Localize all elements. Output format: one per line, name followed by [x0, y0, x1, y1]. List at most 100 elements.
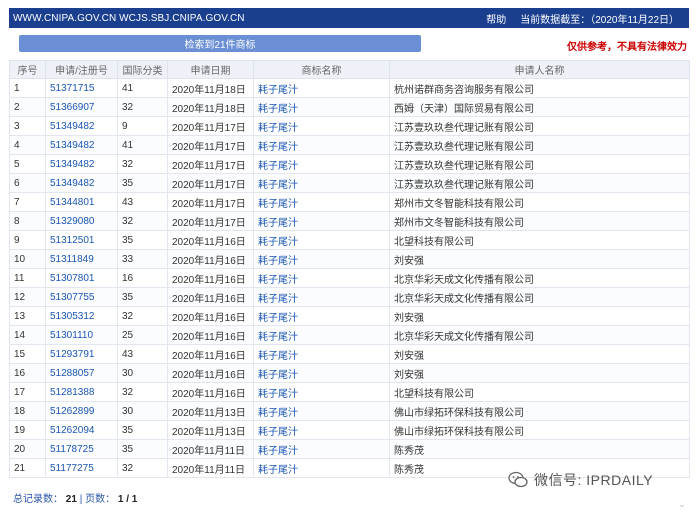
mark-name-cell: 耗子尾汁	[253, 382, 390, 402]
row-number: 9	[9, 230, 46, 250]
class-cell: 32	[117, 306, 168, 326]
registration-number-link[interactable]: 51301110	[50, 330, 93, 341]
class-cell: 35	[117, 230, 168, 250]
scroll-down-icon[interactable]: ⌄	[675, 499, 689, 513]
date-cell: 2020年11月16日	[167, 249, 254, 269]
mark-name-link[interactable]: 耗子尾汁	[258, 351, 298, 362]
table-row: 12 51307755 35 2020年11月16日 耗子尾汁 北京华彩天成文化传播有限公…	[9, 287, 690, 307]
table-header-row: 序号 申请/注册号 国际分类 申请日期 商标名称 申请人名称	[9, 60, 690, 79]
mark-name-link[interactable]: 耗子尾汁	[258, 104, 298, 115]
registration-number-link[interactable]: 51307755	[50, 292, 95, 303]
registration-number-link[interactable]: 51366907	[50, 102, 95, 113]
row-number: 16	[9, 363, 46, 383]
table-row: 19 51262094 35 2020年11月13日 耗子尾汁 佛山市绿拓环保科技有限公司	[9, 420, 690, 440]
applicant-cell: 北京华彩天成文化传播有限公司	[389, 287, 690, 307]
mark-name-link[interactable]: 耗子尾汁	[258, 446, 298, 457]
mark-name-cell: 耗子尾汁	[253, 173, 390, 193]
date-cell: 2020年11月16日	[167, 344, 254, 364]
date-cell: 2020年11月11日	[167, 458, 254, 478]
registration-number-link[interactable]: 51371715	[50, 83, 95, 94]
registration-number-link[interactable]: 51329080	[50, 216, 95, 227]
mark-name-link[interactable]: 耗子尾汁	[258, 218, 298, 229]
table-row: 4 51349482 41 2020年11月17日 耗子尾汁 江苏壹玖玖叁代理记账有限公司	[9, 135, 690, 155]
registration-number-link[interactable]: 51312501	[50, 235, 95, 246]
registration-number-link[interactable]: 51177275	[50, 463, 94, 474]
registration-number-link[interactable]: 51307801	[50, 273, 95, 284]
applicant-cell: 江苏壹玖玖叁代理记账有限公司	[389, 135, 690, 155]
mark-name-cell: 耗子尾汁	[253, 211, 390, 231]
mark-name-link[interactable]: 耗子尾汁	[258, 161, 298, 172]
date-cell: 2020年11月17日	[167, 135, 254, 155]
registration-number-link[interactable]: 51281388	[50, 387, 95, 398]
registration-number-link[interactable]: 51311849	[50, 254, 94, 265]
pages-value: 1 / 1	[117, 494, 138, 505]
class-cell: 35	[117, 287, 168, 307]
table-row: 17 51281388 32 2020年11月16日 耗子尾汁 北望科技有限公司	[9, 382, 690, 402]
registration-number-cell: 51281388	[45, 382, 118, 402]
mark-name-link[interactable]: 耗子尾汁	[258, 332, 298, 343]
search-result-button[interactable]: 检索到21件商标	[19, 35, 421, 52]
table-row: 9 51312501 35 2020年11月16日 耗子尾汁 北望科技有限公司	[9, 230, 690, 250]
mark-name-cell: 耗子尾汁	[253, 268, 390, 288]
mark-name-cell: 耗子尾汁	[253, 363, 390, 383]
help-link[interactable]: 帮助	[486, 11, 506, 26]
registration-number-link[interactable]: 51305312	[50, 311, 95, 322]
applicant-cell: 北望科技有限公司	[389, 230, 690, 250]
class-cell: 16	[117, 268, 168, 288]
mark-name-cell: 耗子尾汁	[253, 420, 390, 440]
date-cell: 2020年11月18日	[167, 78, 254, 98]
registration-number-link[interactable]: 51344801	[50, 197, 95, 208]
date-cell: 2020年11月16日	[167, 325, 254, 345]
mark-name-link[interactable]: 耗子尾汁	[258, 370, 298, 381]
class-cell: 32	[117, 154, 168, 174]
mark-name-link[interactable]: 耗子尾汁	[258, 123, 298, 134]
applicant-cell: 北京华彩天成文化传播有限公司	[389, 325, 690, 345]
mark-name-link[interactable]: 耗子尾汁	[258, 389, 298, 400]
registration-number-link[interactable]: 51349482	[50, 121, 95, 132]
date-cell: 2020年11月16日	[167, 363, 254, 383]
registration-number-link[interactable]: 51349482	[50, 140, 95, 151]
registration-number-cell: 51178725	[45, 439, 118, 459]
mark-name-link[interactable]: 耗子尾汁	[258, 180, 298, 191]
registration-number-link[interactable]: 51262094	[50, 425, 95, 436]
mark-name-link[interactable]: 耗子尾汁	[258, 275, 298, 286]
registration-number-link[interactable]: 51293791	[50, 349, 95, 360]
mark-name-link[interactable]: 耗子尾汁	[258, 237, 298, 248]
mark-name-link[interactable]: 耗子尾汁	[258, 256, 298, 267]
registration-number-link[interactable]: 51349482	[50, 159, 95, 170]
mark-name-link[interactable]: 耗子尾汁	[258, 199, 298, 210]
registration-number-link[interactable]: 51349482	[50, 178, 95, 189]
data-date-label: 当前数据截至：（2020年11月22日）	[520, 14, 679, 26]
row-number: 17	[9, 382, 46, 402]
date-cell: 2020年11月16日	[167, 287, 254, 307]
mark-name-link[interactable]: 耗子尾汁	[258, 427, 298, 438]
applicant-cell: 杭州诺群商务咨询服务有限公司	[389, 78, 690, 98]
class-cell: 32	[117, 382, 168, 402]
registration-number-link[interactable]: 51288057	[50, 368, 95, 379]
trademark-table: 序号 申请/注册号 国际分类 申请日期 商标名称 申请人名称 1 51371715…	[9, 60, 690, 478]
mark-name-link[interactable]: 耗子尾汁	[258, 408, 298, 419]
row-number: 13	[9, 306, 46, 326]
mark-name-link[interactable]: 耗子尾汁	[258, 85, 298, 96]
date-cell: 2020年11月13日	[167, 420, 254, 440]
mark-name-cell: 耗子尾汁	[253, 306, 390, 326]
header-date: 申请日期	[167, 60, 254, 79]
registration-number-cell: 51349482	[45, 135, 118, 155]
mark-name-link[interactable]: 耗子尾汁	[258, 294, 298, 305]
row-number: 21	[9, 458, 46, 478]
registration-number-link[interactable]: 51262899	[50, 406, 95, 417]
class-cell: 30	[117, 401, 168, 421]
row-number: 12	[9, 287, 46, 307]
mark-name-cell: 耗子尾汁	[253, 97, 390, 117]
mark-name-link[interactable]: 耗子尾汁	[258, 142, 298, 153]
row-number: 15	[9, 344, 46, 364]
mark-name-link[interactable]: 耗子尾汁	[258, 313, 298, 324]
date-cell: 2020年11月16日	[167, 230, 254, 250]
registration-number-cell: 51305312	[45, 306, 118, 326]
applicant-cell: 北望科技有限公司	[389, 382, 690, 402]
registration-number-link[interactable]: 51178725	[50, 444, 94, 455]
date-cell: 2020年11月16日	[167, 382, 254, 402]
registration-number-cell: 51344801	[45, 192, 118, 212]
mark-name-link[interactable]: 耗子尾汁	[258, 465, 298, 476]
date-cell: 2020年11月17日	[167, 154, 254, 174]
